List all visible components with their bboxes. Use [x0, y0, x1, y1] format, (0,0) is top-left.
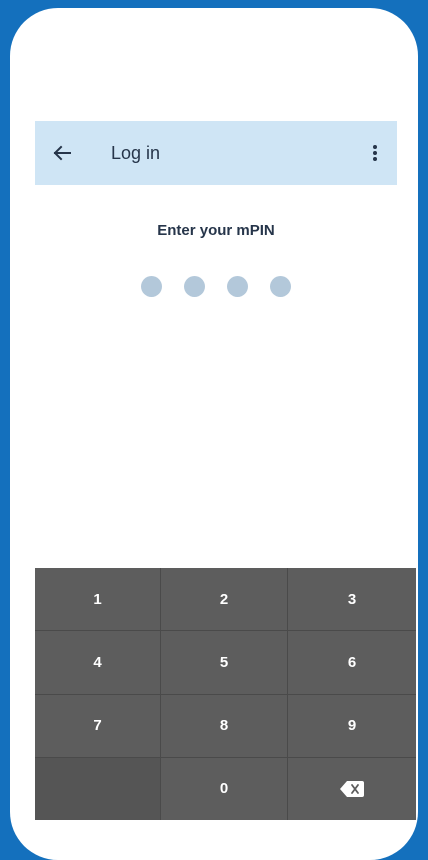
key-4[interactable]: 4: [35, 631, 160, 694]
overflow-menu-button[interactable]: [359, 137, 391, 169]
page-title: Log in: [111, 143, 161, 163]
more-vert-icon: [373, 145, 377, 161]
backspace-icon: [340, 780, 364, 797]
numeric-keypad: 1 2 3 4 5 6 7 8 9 0: [35, 568, 416, 820]
key-6[interactable]: 6: [288, 631, 416, 694]
pin-dot: [184, 276, 205, 297]
key-7[interactable]: 7: [35, 694, 160, 757]
back-button[interactable]: [50, 141, 74, 165]
backspace-button[interactable]: [288, 757, 416, 820]
pin-indicator: [35, 276, 397, 297]
key-3[interactable]: 3: [288, 568, 416, 631]
key-2[interactable]: 2: [161, 568, 287, 631]
key-5[interactable]: 5: [161, 631, 287, 694]
pin-dot: [141, 276, 162, 297]
key-blank: [35, 757, 160, 820]
key-8[interactable]: 8: [161, 694, 287, 757]
key-0[interactable]: 0: [161, 757, 287, 820]
key-1[interactable]: 1: [35, 568, 160, 631]
arrow-left-icon: [53, 145, 71, 161]
key-9[interactable]: 9: [288, 694, 416, 757]
pin-prompt: Enter your mPIN: [157, 222, 275, 239]
phone-screen: Log in Enter your mPIN 1 2 3 4 5 6 7 8 9…: [10, 8, 418, 860]
pin-dot: [270, 276, 291, 297]
app-bar: Log in: [35, 121, 397, 185]
pin-dot: [227, 276, 248, 297]
